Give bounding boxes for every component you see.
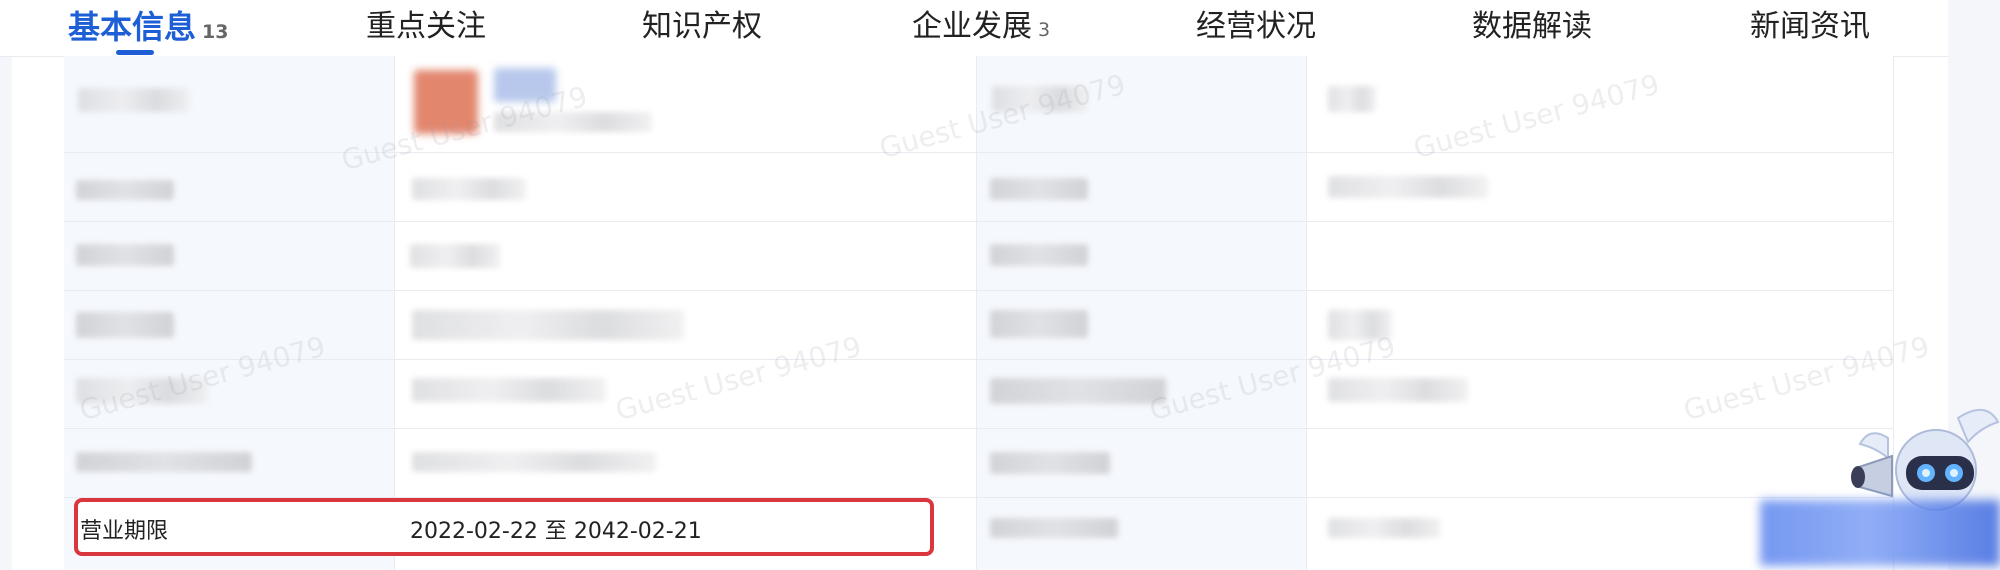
redacted-label — [76, 378, 208, 404]
column-divider — [394, 56, 395, 570]
column-divider — [1306, 56, 1307, 570]
tab-news[interactable]: 新闻资讯 — [1750, 4, 1870, 50]
column-divider — [976, 56, 977, 570]
info-table — [64, 56, 1894, 570]
redacted-value — [410, 244, 500, 268]
redacted-label — [76, 180, 174, 200]
redacted-value — [412, 452, 656, 472]
redacted-value — [1328, 378, 1468, 402]
business-term-value: 2022-02-22 至 2042-02-21 — [410, 519, 702, 544]
tab-intellectual-property[interactable]: 知识产权 — [642, 4, 762, 50]
redacted-label — [990, 518, 1118, 538]
redacted-label — [990, 378, 1166, 404]
tab-label: 企业发展 — [912, 9, 1032, 44]
tab-label: 基本信息 — [68, 8, 197, 46]
redacted-label — [990, 310, 1088, 338]
tab-key-focus[interactable]: 重点关注 — [366, 4, 486, 50]
tab-enterprise-development[interactable]: 企业发展 3 — [912, 4, 1050, 50]
row-divider — [64, 152, 1894, 153]
redacted-label — [78, 88, 190, 112]
tab-count: 3 — [1038, 19, 1051, 41]
tab-label: 数据解读 — [1472, 9, 1592, 44]
redacted-label — [76, 452, 252, 472]
tab-bar: 基本信息 13 重点关注 知识产权 企业发展 3 经营状况 数据解读 新闻资讯 — [0, 0, 1948, 57]
redacted-label — [76, 244, 174, 266]
promo-banner[interactable] — [1760, 500, 2000, 566]
redacted-value — [412, 378, 606, 402]
business-term-label: 营业期限 — [80, 519, 169, 544]
redacted-label — [990, 178, 1088, 200]
active-tab-indicator — [116, 50, 154, 55]
tab-business-status[interactable]: 经营状况 — [1196, 4, 1316, 50]
redacted-value — [1328, 176, 1488, 198]
tab-label: 重点关注 — [366, 9, 486, 44]
row-divider — [64, 221, 1894, 222]
redacted-value — [1328, 310, 1392, 340]
tab-basic-info[interactable]: 基本信息 13 — [68, 4, 228, 50]
tab-label: 知识产权 — [642, 9, 762, 44]
redacted-value — [412, 310, 684, 340]
redacted-value — [1328, 86, 1376, 112]
company-badge — [494, 68, 556, 102]
row-divider — [64, 428, 1894, 429]
company-logo — [414, 70, 478, 134]
redacted-label — [990, 244, 1088, 266]
redacted-value — [1328, 518, 1440, 538]
redacted-value — [494, 112, 652, 132]
tab-data-interpretation[interactable]: 数据解读 — [1472, 4, 1592, 50]
redacted-value — [412, 178, 526, 200]
row-divider — [64, 359, 1894, 360]
tab-label: 新闻资讯 — [1750, 9, 1870, 44]
row-divider — [64, 290, 1894, 291]
redacted-label — [990, 452, 1110, 474]
company-info-page: 基本信息13 重点关注 知识产权 企业发展 3 经营状况 数据解读 新闻资讯 — [0, 0, 2000, 570]
redacted-label — [76, 312, 174, 338]
redacted-label — [992, 86, 1088, 112]
tab-label: 经营状况 — [1196, 9, 1316, 44]
tab-count: 13 — [202, 21, 229, 43]
